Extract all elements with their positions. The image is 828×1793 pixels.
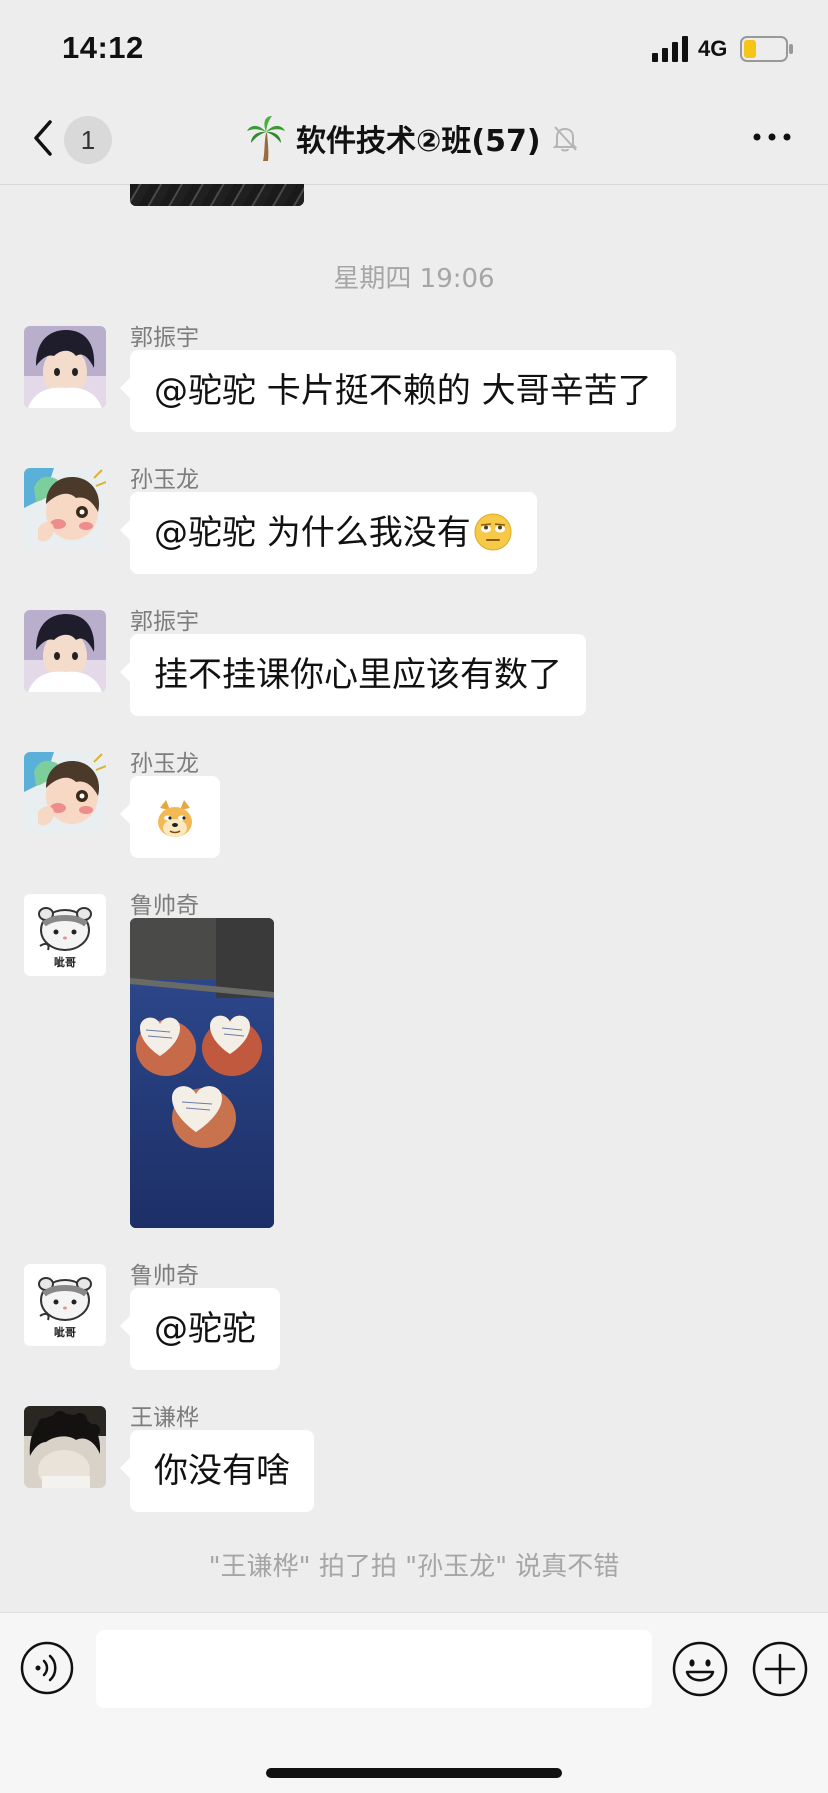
message-text: 挂不挂课你心里应该有数了 — [154, 655, 562, 695]
image-message[interactable] — [130, 918, 274, 1228]
palm-tree-icon — [247, 116, 285, 161]
chat-header: 1 软件技术②班(57) — [0, 92, 828, 185]
sender-name: 孙玉龙 — [130, 751, 199, 777]
message-bubble[interactable] — [120, 776, 220, 858]
chat-title: 软件技术②班(57) — [296, 124, 541, 159]
message-text: @驼驼 为什么我没有 — [154, 513, 471, 553]
plus-icon[interactable] — [752, 1641, 808, 1697]
sender-name: 郭振宇 — [130, 325, 199, 351]
chevron-left-icon[interactable] — [28, 114, 58, 162]
home-indicator — [266, 1768, 562, 1778]
status-bar: 14:12 4G — [0, 0, 828, 92]
message-text: @驼驼 卡片挺不赖的 大哥辛苦了 — [154, 371, 652, 411]
message-bubble[interactable]: 你没有啥 — [120, 1430, 314, 1512]
doge-emoji-icon — [158, 799, 192, 837]
message-timestamp: 星期四 19:06 — [333, 264, 495, 294]
avatar[interactable] — [24, 1406, 106, 1488]
more-dots-icon[interactable] — [752, 130, 792, 144]
signal-icon — [652, 36, 688, 62]
chat-title-group[interactable]: 软件技术②班(57) — [246, 114, 579, 162]
sender-name: 王谦桦 — [130, 1405, 199, 1431]
avatar[interactable] — [24, 468, 106, 550]
message-bubble[interactable]: @驼驼 卡片挺不赖的 大哥辛苦了 — [120, 350, 676, 432]
message-bubble[interactable]: @驼驼 — [120, 1288, 280, 1370]
message-bubble[interactable]: @驼驼 为什么我没有 — [120, 492, 537, 574]
sender-name: 鲁帅奇 — [130, 1263, 199, 1289]
sender-name: 孙玉龙 — [130, 467, 199, 493]
avatar[interactable] — [24, 326, 106, 408]
previous-image-message[interactable] — [130, 184, 304, 206]
bell-slash-icon — [552, 126, 577, 152]
avatar[interactable]: 呲哥 — [24, 894, 106, 976]
avatar[interactable] — [24, 610, 106, 692]
avatar[interactable] — [24, 752, 106, 834]
avatar[interactable]: 呲哥 — [24, 1264, 106, 1346]
avatar-caption: 呲哥 — [54, 956, 76, 969]
message-text: @驼驼 — [154, 1309, 256, 1349]
rolling-eyes-emoji-icon — [474, 513, 512, 550]
message-input[interactable] — [96, 1630, 652, 1708]
pat-system-notice: "王谦桦" 拍了拍 "孙玉龙" 说真不错 — [208, 1552, 620, 1582]
message-text: 你没有啥 — [154, 1451, 290, 1491]
network-type: 4G — [698, 36, 728, 61]
battery-icon — [740, 36, 793, 62]
unread-badge[interactable]: 1 — [64, 116, 112, 164]
avatar-caption: 呲哥 — [54, 1326, 76, 1339]
sender-name: 鲁帅奇 — [130, 893, 199, 919]
message-bubble[interactable]: 挂不挂课你心里应该有数了 — [120, 634, 586, 716]
status-time: 14:12 — [62, 30, 144, 65]
input-bar — [0, 1612, 828, 1793]
sender-name: 郭振宇 — [130, 609, 199, 635]
emoji-icon[interactable] — [672, 1641, 728, 1697]
voice-icon[interactable] — [20, 1641, 74, 1695]
